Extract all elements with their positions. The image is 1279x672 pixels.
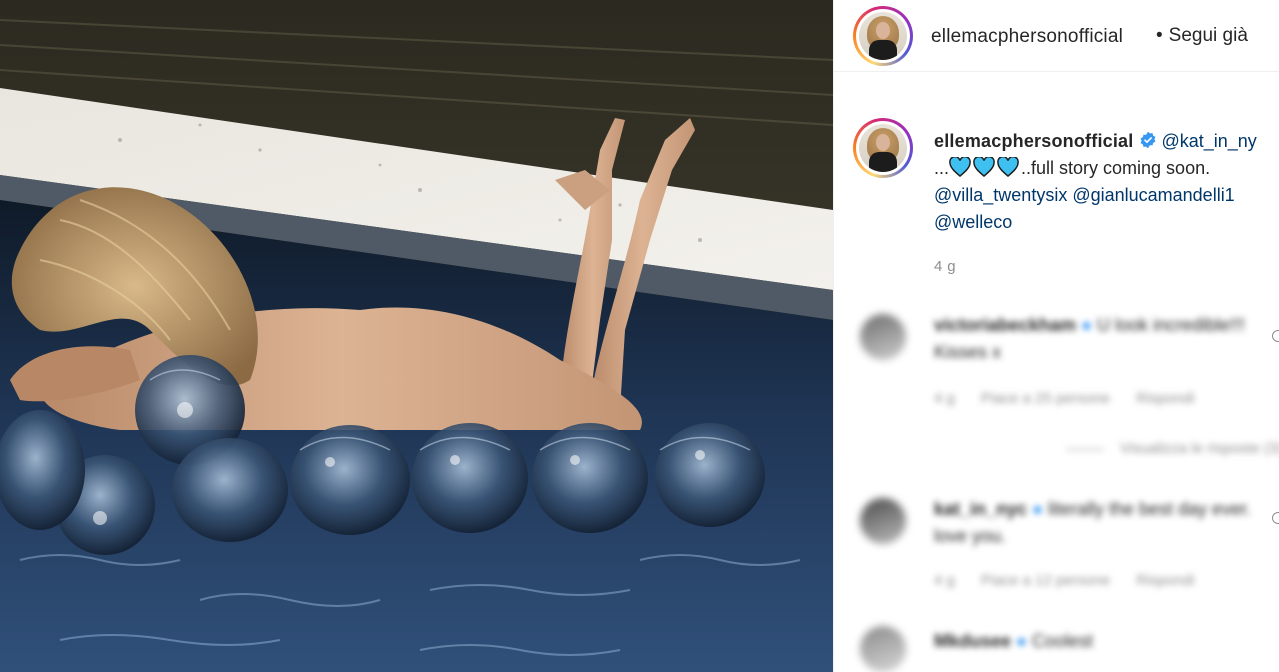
- verified-badge-icon: ●: [1016, 631, 1027, 651]
- comment-username[interactable]: kat_in_nyc: [934, 499, 1027, 519]
- caption-text: ellemacphersonofficial @kat_in_ny ... ..f…: [934, 128, 1279, 236]
- verified-badge-icon: ●: [1081, 315, 1092, 335]
- mention-welleco[interactable]: @welleco: [934, 212, 1012, 232]
- comment-text: kat_in_nyc ● literally the best day ever…: [934, 496, 1264, 550]
- follow-status[interactable]: • Segui già: [1156, 25, 1248, 47]
- comment-item: kat_in_nyc ● literally the best day ever…: [834, 492, 1279, 602]
- comment-item: Mkdusee ● Coolest: [834, 622, 1279, 672]
- view-replies-button[interactable]: Visualizza le risposte (3): [1066, 440, 1279, 457]
- author-avatar-image: [859, 12, 907, 60]
- comment-reply-button[interactable]: Rispondi: [1136, 572, 1194, 589]
- view-replies-label: Visualizza le risposte (3): [1120, 440, 1279, 457]
- blue-heart-icon: [949, 157, 971, 177]
- mention-gianlucamandelli[interactable]: @gianlucamandelli1: [1072, 185, 1234, 205]
- comment-username[interactable]: victoriabeckham: [934, 315, 1076, 335]
- comment-likes[interactable]: Piace a 25 persone: [981, 390, 1110, 407]
- following-button[interactable]: Segui già: [1169, 25, 1248, 46]
- caption-text-story: ..full story coming soon.: [1021, 158, 1211, 178]
- comment-likes[interactable]: Piace a 12 persone: [981, 572, 1110, 589]
- author-avatar[interactable]: [853, 6, 913, 66]
- comment-username[interactable]: Mkdusee: [934, 631, 1011, 651]
- divider-line: [1066, 448, 1104, 450]
- caption-ellipsis: ...: [934, 158, 950, 178]
- verified-badge-icon: [1141, 131, 1156, 149]
- comment-reply-button[interactable]: Rispondi: [1136, 390, 1194, 407]
- comment-meta: 4 g Piace a 25 persone Rispondi: [934, 390, 1221, 407]
- comment-body: Coolest: [1031, 631, 1093, 651]
- post-photo-illustration: [0, 0, 833, 672]
- comment-text: Mkdusee ● Coolest: [934, 628, 1264, 655]
- like-comment-icon[interactable]: [1272, 512, 1279, 524]
- blue-heart-icon: [997, 157, 1019, 177]
- comment-meta: 4 g Piace a 12 persone Rispondi: [934, 572, 1221, 589]
- mention-kat-in-ny[interactable]: @kat_in_ny: [1161, 131, 1256, 151]
- author-username[interactable]: ellemacphersonofficial: [931, 26, 1123, 48]
- verified-badge-icon: ●: [1032, 499, 1043, 519]
- instagram-post-modal: ellemacphersonofficial • Segui già ellema…: [0, 0, 1279, 672]
- caption-username[interactable]: ellemacphersonofficial: [934, 131, 1133, 151]
- caption-avatar-image: [859, 124, 907, 172]
- caption-timestamp[interactable]: 4 g: [934, 258, 956, 275]
- separator-dot: •: [1156, 25, 1163, 46]
- comment-time[interactable]: 4 g: [934, 390, 955, 407]
- like-comment-icon[interactable]: [1272, 330, 1279, 342]
- caption-avatar[interactable]: [853, 118, 913, 178]
- post-header: ellemacphersonofficial • Segui già: [834, 0, 1279, 72]
- comment-avatar[interactable]: [860, 314, 906, 360]
- post-caption: ellemacphersonofficial @kat_in_ny ... ..f…: [834, 72, 1279, 292]
- mention-villa-twentysix[interactable]: @villa_twentysix: [934, 185, 1067, 205]
- post-side-panel: ellemacphersonofficial • Segui già ellema…: [833, 0, 1279, 672]
- post-photo[interactable]: [0, 0, 833, 672]
- comment-text: victoriabeckham ● U look incredible!!! K…: [934, 312, 1264, 366]
- comment-time[interactable]: 4 g: [934, 572, 955, 589]
- comment-item: victoriabeckham ● U look incredible!!! K…: [834, 310, 1279, 480]
- blue-heart-icon: [973, 157, 995, 177]
- comment-avatar[interactable]: [860, 626, 906, 672]
- comment-avatar[interactable]: [860, 498, 906, 544]
